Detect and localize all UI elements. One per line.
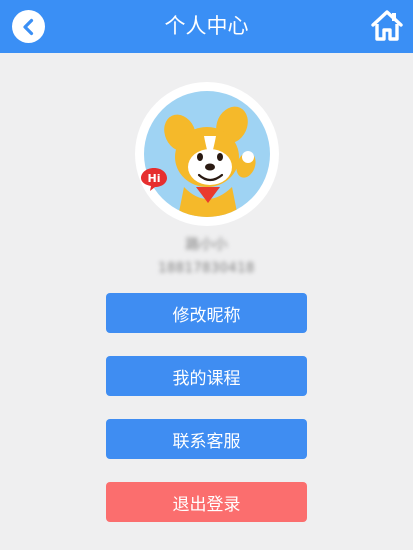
page-title: 个人中心 — [164, 14, 249, 38]
home-icon — [371, 10, 403, 41]
top-bar: 个人中心 — [0, 0, 413, 53]
hi-speech-bubble: Hi — [139, 166, 169, 192]
avatar[interactable] — [144, 91, 270, 217]
home-button[interactable] — [370, 8, 404, 42]
cartoon-dog-avatar — [164, 106, 256, 217]
hi-text: Hi — [148, 172, 161, 185]
edit-nickname-button[interactable]: 修改昵称 — [106, 293, 307, 333]
avatar-frame — [135, 82, 279, 226]
contact-service-button[interactable]: 联系客服 — [106, 419, 307, 459]
nickname-text: 路小小 — [185, 237, 228, 253]
my-courses-button[interactable]: 我的课程 — [106, 356, 307, 396]
phone-number: 18817830418 — [158, 261, 255, 276]
logout-button[interactable]: 退出登录 — [106, 482, 307, 522]
